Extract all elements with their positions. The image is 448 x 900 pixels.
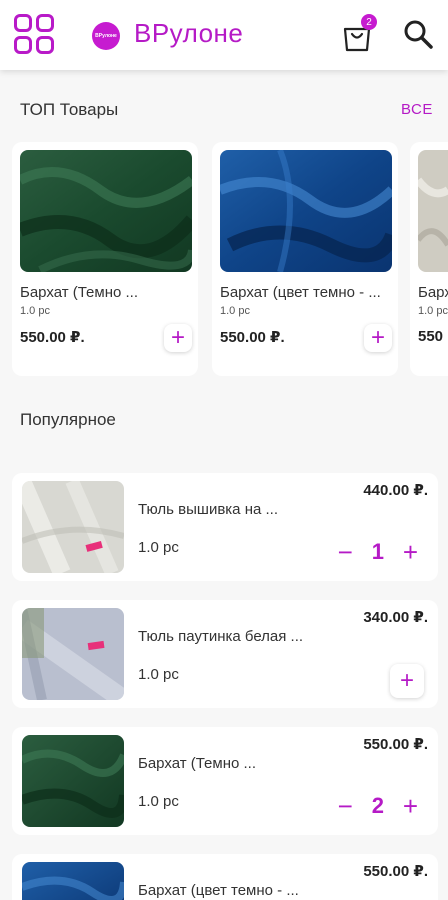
product-image xyxy=(220,150,392,272)
list-item[interactable]: Бархат (Темно ... 1.0 pc 550.00 ₽. − 2 + xyxy=(12,727,438,835)
product-price: 440.00 ₽. xyxy=(363,482,428,499)
minus-button[interactable]: − xyxy=(338,793,353,819)
list-item[interactable]: Тюль паутинка белая ... 1.0 pc 340.00 ₽.… xyxy=(12,600,438,708)
logo: ВРулоне xyxy=(92,22,120,50)
product-qty: 1.0 pc xyxy=(20,305,50,317)
cart-count: 1 xyxy=(371,539,384,564)
product-qty: 1.0 pc xyxy=(220,305,250,317)
list-item[interactable]: Бархат (цвет темно - ... 550.00 ₽. xyxy=(12,854,438,900)
product-name: Тюль паутинка белая ... xyxy=(138,628,304,645)
product-qty: 1.0 pc xyxy=(418,305,448,317)
app-header: ВРулоне ВРулоне 2 xyxy=(0,0,448,70)
plus-button[interactable]: + xyxy=(403,539,418,565)
product-image xyxy=(22,481,124,573)
grid-menu-icon[interactable] xyxy=(14,14,56,56)
top-product-card[interactable]: Бархат (Темно ... 1.0 pc 550.00 ₽. + xyxy=(12,142,198,376)
product-qty: 1.0 pc xyxy=(138,793,179,810)
top-product-card[interactable]: Барх 1.0 pc 550 xyxy=(410,142,448,376)
product-price: 340.00 ₽. xyxy=(363,609,428,626)
plus-button[interactable]: + xyxy=(403,793,418,819)
product-name: Бархат (цвет темно - ... xyxy=(138,882,299,899)
app-title: ВРулоне xyxy=(134,18,244,48)
add-to-cart-button[interactable]: + xyxy=(164,324,192,352)
cart-count: 2 xyxy=(371,793,384,818)
product-name: Бархат (Темно ... xyxy=(138,755,257,772)
product-price: 550 xyxy=(418,328,444,345)
product-image xyxy=(22,862,124,900)
view-all-link[interactable]: ВСЕ xyxy=(401,101,433,118)
logo-text: ВРулоне xyxy=(95,33,117,39)
product-image xyxy=(22,608,124,700)
product-qty: 1.0 pc xyxy=(138,539,179,556)
product-name: Тюль вышивка на ... xyxy=(138,501,278,518)
product-image xyxy=(20,150,192,272)
product-name: Барх xyxy=(418,284,448,301)
plus-icon: + xyxy=(370,324,385,351)
product-image xyxy=(418,150,448,272)
product-image xyxy=(22,735,124,827)
product-price: 550.00 ₽. xyxy=(363,736,428,753)
plus-icon: + xyxy=(399,667,414,694)
product-name: Бархат (Темно ... xyxy=(20,284,139,301)
minus-button[interactable]: − xyxy=(338,539,353,565)
search-icon[interactable] xyxy=(402,18,434,50)
top-section-title: ТОП Товары xyxy=(20,100,119,119)
plus-icon: + xyxy=(170,324,185,351)
product-price: 550.00 ₽. xyxy=(220,329,285,346)
quantity-stepper: − 1 + xyxy=(338,539,418,565)
product-price: 550.00 ₽. xyxy=(20,329,85,346)
product-price: 550.00 ₽. xyxy=(363,863,428,880)
product-qty: 1.0 pc xyxy=(138,666,179,683)
list-item[interactable]: Тюль вышивка на ... 1.0 pc 440.00 ₽. − 1… xyxy=(12,473,438,581)
top-product-card[interactable]: Бархат (цвет темно - ... 1.0 pc 550.00 ₽… xyxy=(212,142,398,376)
product-name: Бархат (цвет темно - ... xyxy=(220,284,381,301)
popular-section-title: Популярное xyxy=(20,410,116,429)
quantity-stepper: − 2 + xyxy=(338,793,418,819)
cart-badge: 2 xyxy=(361,14,377,30)
add-to-cart-button[interactable]: + xyxy=(364,324,392,352)
add-to-cart-button[interactable]: + xyxy=(390,664,424,698)
